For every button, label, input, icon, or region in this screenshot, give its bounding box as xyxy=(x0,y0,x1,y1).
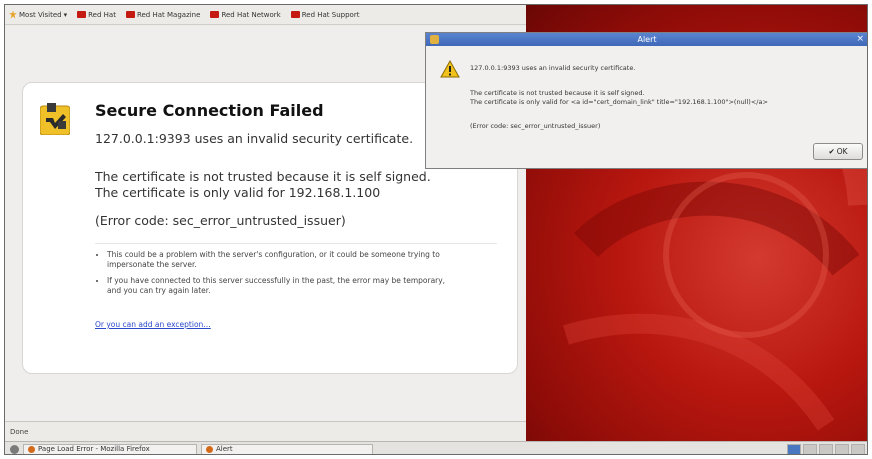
alert-titlebar: Alert × xyxy=(426,33,867,46)
add-exception-link[interactable]: Or you can add an exception… xyxy=(95,320,211,329)
bookmark-label: Red Hat xyxy=(88,10,116,19)
red-hat-icon xyxy=(210,11,220,18)
bookmarks-toolbar: Most Visited ▾ Red Hat Red Hat Magazine … xyxy=(5,5,526,25)
workspace-5[interactable] xyxy=(851,443,865,454)
workspace-2[interactable] xyxy=(803,443,817,454)
red-hat-icon xyxy=(77,11,87,18)
advice-item-temporary: If you have connected to this server suc… xyxy=(107,276,447,296)
alert-window-icon xyxy=(206,445,213,453)
close-icon[interactable]: × xyxy=(856,33,864,46)
status-text: Done xyxy=(10,428,29,436)
bookmark-red-hat-support[interactable]: Red Hat Support xyxy=(290,10,360,19)
ok-label: OK xyxy=(836,147,848,156)
error-detail-valid-for: The certificate is only valid for 192.16… xyxy=(95,185,381,200)
screen: Most Visited ▾ Red Hat Red Hat Magazine … xyxy=(4,4,868,455)
red-hat-icon xyxy=(290,11,300,18)
star-icon xyxy=(9,10,17,19)
workspace-4[interactable] xyxy=(835,443,849,454)
error-title: Secure Connection Failed xyxy=(95,101,324,120)
bookmark-most-visited[interactable]: Most Visited ▾ xyxy=(9,10,68,19)
dropdown-arrow-icon: ▾ xyxy=(63,10,68,19)
bookmark-red-hat[interactable]: Red Hat xyxy=(77,11,116,19)
bookmark-label: Red Hat Network xyxy=(221,10,281,19)
divider xyxy=(95,243,497,244)
taskbar-item-firefox[interactable]: Page Load Error - Mozilla Firefox xyxy=(23,443,197,454)
alert-title: Alert xyxy=(637,35,657,44)
alert-error-code: (Error code: sec_error_untrusted_issuer) xyxy=(470,122,601,130)
error-detail-self-signed: The certificate is not trusted because i… xyxy=(95,169,431,184)
workspace-switcher[interactable] xyxy=(787,443,867,454)
advice-item-server-config: This could be a problem with the server'… xyxy=(107,250,447,270)
taskbar-item-label: Page Load Error - Mozilla Firefox xyxy=(38,445,150,453)
error-description: 127.0.0.1:9393 uses an invalid security … xyxy=(95,131,414,146)
bookmark-label: Red Hat Support xyxy=(301,10,360,19)
taskbar-item-alert[interactable]: Alert xyxy=(201,443,373,454)
bookmark-red-hat-network[interactable]: Red Hat Network xyxy=(210,10,281,19)
alert-detail-valid-for: The certificate is only valid for <a id=… xyxy=(470,98,768,106)
alert-detail-self-signed: The certificate is not trusted because i… xyxy=(470,89,645,97)
alert-dialog: Alert × 127.0.0.1:9393 uses an invalid s… xyxy=(425,32,867,169)
bookmark-label: Most Visited xyxy=(19,10,62,19)
error-code: (Error code: sec_error_untrusted_issuer) xyxy=(95,213,346,228)
show-desktop-icon[interactable] xyxy=(10,444,19,454)
advice-list: This could be a problem with the server'… xyxy=(95,250,447,302)
bookmark-label: Red Hat Magazine xyxy=(136,10,201,19)
alert-message: 127.0.0.1:9393 uses an invalid security … xyxy=(470,64,636,72)
checkmark-icon: ✔ xyxy=(828,147,835,156)
red-hat-icon xyxy=(125,11,135,18)
warning-icon xyxy=(440,60,460,78)
security-warning-icon xyxy=(40,103,70,135)
firefox-icon xyxy=(28,445,35,453)
workspace-3[interactable] xyxy=(819,443,833,454)
taskbar-item-label: Alert xyxy=(216,445,233,453)
taskbar: Page Load Error - Mozilla Firefox Alert xyxy=(5,441,867,454)
workspace-1[interactable] xyxy=(787,443,801,454)
ok-button[interactable]: ✔ OK xyxy=(813,143,863,160)
bookmark-red-hat-magazine[interactable]: Red Hat Magazine xyxy=(125,10,201,19)
window-icon xyxy=(430,35,439,44)
status-bar: Done xyxy=(5,421,526,441)
